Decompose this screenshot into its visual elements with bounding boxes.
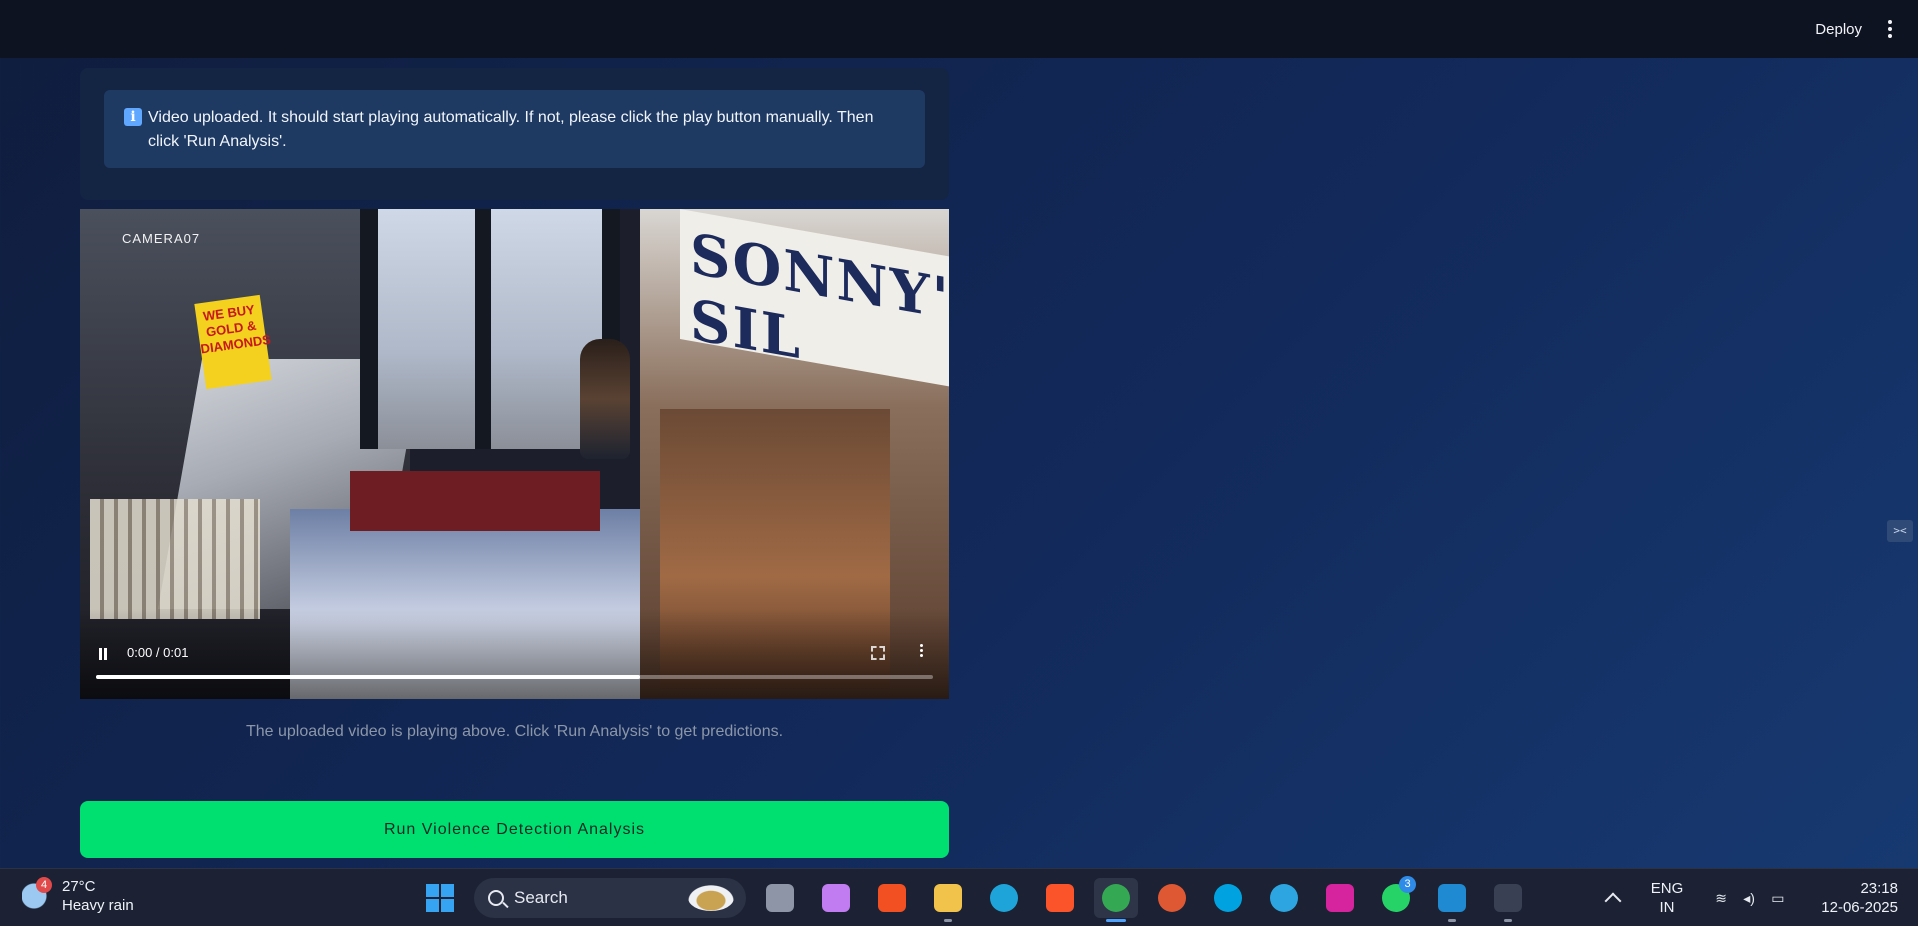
alert-container: i Video uploaded. It should start playin… <box>80 68 949 200</box>
taskbar-app-file-explorer[interactable] <box>926 878 970 922</box>
video-progress-fill <box>96 675 641 679</box>
weather-temperature: 27°C <box>62 878 96 895</box>
info-alert: i Video uploaded. It should start playin… <box>104 90 925 168</box>
microsoft-store-icon <box>878 884 906 912</box>
copilot-icon <box>822 884 850 912</box>
running-indicator <box>1504 919 1512 922</box>
taskbar-app-terminal[interactable] <box>1486 878 1530 922</box>
weather-icon: 4 <box>22 877 52 909</box>
video-controls-overlay <box>80 609 949 699</box>
start-button[interactable] <box>418 878 462 918</box>
taskbar-app-alexa[interactable] <box>1206 878 1250 918</box>
weather-alert-badge: 4 <box>36 877 52 893</box>
video-frame-rug <box>350 471 600 531</box>
clock-time: 23:18 <box>1860 880 1898 897</box>
video-frame-person <box>580 339 630 459</box>
taskbar-app-task-view[interactable] <box>758 878 802 918</box>
running-indicator <box>1106 919 1126 922</box>
taskbar-app-duckduckgo[interactable] <box>1150 878 1194 918</box>
clock-date: 12-06-2025 <box>1821 899 1898 916</box>
video-progress-bar[interactable] <box>96 675 933 679</box>
show-hidden-icons-icon[interactable] <box>1604 892 1622 910</box>
run-analysis-button[interactable]: Run Violence Detection Analysis <box>80 801 949 858</box>
running-indicator <box>1448 919 1456 922</box>
region-code: IN <box>1659 899 1675 916</box>
main-menu-icon[interactable] <box>1888 20 1892 38</box>
telegram-icon <box>1270 884 1298 912</box>
file-explorer-icon <box>934 884 962 912</box>
search-label: Search <box>514 888 568 907</box>
taskbar-search[interactable]: Search <box>474 878 746 918</box>
whatsapp-notification-badge: 3 <box>1399 876 1416 893</box>
taskbar-app-vscode[interactable] <box>1430 878 1474 922</box>
weather-widget[interactable]: 4 27°C Heavy rain <box>22 877 134 915</box>
video-caption: The uploaded video is playing above. Cli… <box>245 723 784 740</box>
video-player[interactable]: SONNY'S SIL WE BUY GOLD & DIAMONDS CAMER… <box>80 209 949 699</box>
edge-icon <box>990 884 1018 912</box>
app-header: Deploy <box>0 0 1918 58</box>
taskbar-app-brave[interactable] <box>1038 878 1082 918</box>
video-more-options-icon[interactable] <box>920 644 923 657</box>
duckduckgo-icon <box>1158 884 1186 912</box>
search-highlight-icon <box>688 885 734 911</box>
weather-condition: Heavy rain <box>62 897 134 914</box>
info-icon: i <box>124 108 142 126</box>
pause-button[interactable] <box>98 648 108 660</box>
quick-settings[interactable]: ≋ ◂) ▭ <box>1715 891 1789 905</box>
system-tray: ENG IN ≋ ◂) ▭ 23:18 12-06-2025 <box>1604 869 1898 926</box>
vscode-icon <box>1438 884 1466 912</box>
taskbar-app-chrome[interactable] <box>1094 878 1138 922</box>
taskbar-app-instagram[interactable] <box>1318 878 1362 918</box>
battery-icon: ▭ <box>1771 890 1785 906</box>
camera-label: CAMERA07 <box>122 231 201 246</box>
search-icon <box>488 890 504 906</box>
brave-icon <box>1046 884 1074 912</box>
task-view-icon <box>766 884 794 912</box>
taskbar-app-whatsapp[interactable]: 3 <box>1374 876 1418 918</box>
windows-taskbar: 4 27°C Heavy rain Search 3 ENG IN ≋ ◂) ▭… <box>0 868 1918 926</box>
taskbar-app-telegram[interactable] <box>1262 878 1306 918</box>
taskbar-app-edge[interactable] <box>982 878 1026 918</box>
wifi-icon: ≋ <box>1715 890 1727 906</box>
taskbar-app-microsoft-store[interactable] <box>870 878 914 918</box>
terminal-icon <box>1494 884 1522 912</box>
deploy-button[interactable]: Deploy <box>1815 21 1862 38</box>
video-time-display: 0:00 / 0:01 <box>127 645 189 660</box>
language-indicator[interactable]: ENG IN <box>1651 879 1684 917</box>
windows-icon <box>426 884 454 912</box>
taskbar-app-copilot[interactable] <box>814 878 858 918</box>
running-indicator <box>944 919 952 922</box>
video-frame-door-frame <box>475 209 491 449</box>
alexa-icon <box>1214 884 1242 912</box>
instagram-icon <box>1326 884 1354 912</box>
clock[interactable]: 23:18 12-06-2025 <box>1821 879 1898 917</box>
taskbar-apps: Search 3 <box>418 876 1530 922</box>
video-frame-shelf <box>90 499 260 619</box>
volume-icon: ◂) <box>1743 890 1755 906</box>
chrome-icon <box>1102 884 1130 912</box>
sidebar-toggle-icon[interactable]: >< <box>1887 520 1913 542</box>
language-code: ENG <box>1650 880 1684 897</box>
video-frame-gold-sign: WE BUY GOLD & DIAMONDS <box>194 294 272 390</box>
alert-message: Video uploaded. It should start playing … <box>148 109 874 150</box>
